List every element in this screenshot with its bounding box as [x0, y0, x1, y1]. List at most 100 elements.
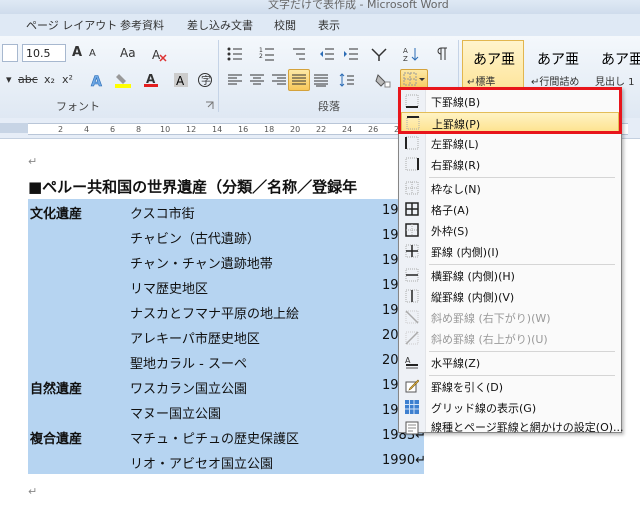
asian-layout-icon[interactable] — [368, 43, 390, 65]
bullets-icon[interactable] — [224, 43, 246, 65]
menu-item-label: 斜め罫線 (右上がり)(U) — [431, 333, 548, 346]
table-row: 複合遺産 マチュ・ピチュの歴史保護区 1983↵ — [28, 424, 426, 449]
year-cell: 1990↵ — [382, 453, 426, 468]
menu-item-label: 水平線(Z) — [431, 357, 481, 370]
menu-item-right-border[interactable]: 右罫線(R) — [401, 154, 619, 175]
svg-text:A: A — [146, 72, 156, 86]
style-sample: あア亜 — [537, 52, 579, 68]
show-formatting-marks-icon[interactable] — [432, 43, 454, 65]
align-center-icon[interactable] — [246, 69, 268, 91]
text-effects-icon[interactable]: A — [86, 69, 108, 91]
font-dialog-launcher-icon[interactable] — [202, 98, 216, 112]
tab-mailings[interactable]: 差し込み文書 — [187, 17, 253, 33]
strikethrough-button[interactable]: abc — [18, 70, 38, 90]
heritage-table[interactable]: 文化遺産 クスコ市街 198 チャビン（古代遺跡） 198 チャン・チャン遺跡地帯 19… — [28, 199, 426, 474]
style-sample: あア亜 — [601, 52, 640, 68]
name-cell: チャビン（古代遺跡） — [130, 232, 260, 247]
menu-item-diagonal-up[interactable]: 斜め罫線 (右上がり)(U) — [401, 328, 619, 349]
highlight-icon[interactable] — [112, 69, 134, 91]
svg-text:A: A — [176, 74, 185, 88]
shrink-font-button[interactable]: A — [89, 44, 96, 64]
font-color-icon[interactable]: A — [140, 69, 162, 91]
ruler-tick: 12 — [186, 125, 197, 134]
style-sample: あア亜 — [473, 52, 515, 68]
table-row: マヌー国立公園 198 — [28, 399, 424, 424]
ruler-tick: 22 — [316, 125, 327, 134]
font-size-combo[interactable]: 10.5 — [22, 44, 66, 62]
numbering-icon[interactable]: 12 — [256, 43, 278, 65]
subscript-button[interactable]: x₂ — [44, 70, 55, 90]
tab-review[interactable]: 校閲 — [274, 17, 296, 33]
ribbon-tabs: ページ レイアウト 参考資料 差し込み文書 校閲 表示 — [0, 14, 640, 36]
menu-item-inside-vertical[interactable]: 縦罫線 (内側)(V) — [401, 286, 619, 307]
menu-item-horizontal-line[interactable]: A 水平線(Z) — [401, 352, 619, 373]
tab-view[interactable]: 表示 — [318, 17, 340, 33]
svg-text:A: A — [152, 48, 161, 62]
table-row: チャビン（古代遺跡） 198 — [28, 224, 424, 249]
group-separator — [218, 40, 219, 112]
menu-item-inside-borders[interactable]: 罫線 (内側)(I) — [401, 241, 619, 262]
inside-horizontal-border-icon — [405, 268, 419, 282]
menu-item-label: 枠なし(N) — [431, 183, 481, 196]
ruler-tick: 20 — [290, 125, 301, 134]
ruler-tick: 14 — [212, 125, 223, 134]
clear-formatting-icon[interactable]: A — [148, 43, 170, 65]
ruler-tick: 26 — [368, 125, 379, 134]
svg-text:A: A — [405, 356, 411, 365]
justify-icon[interactable] — [288, 69, 310, 91]
menu-item-no-border[interactable]: 枠なし(N) — [401, 178, 619, 199]
menu-item-inside-horizontal[interactable]: 横罫線 (内側)(H) — [401, 265, 619, 286]
distributed-icon[interactable] — [310, 69, 332, 91]
style-name: ↵標準 — [467, 77, 496, 88]
no-border-icon — [405, 181, 419, 195]
character-shading-icon[interactable]: A — [170, 69, 192, 91]
svg-text:Z: Z — [403, 55, 408, 62]
sort-icon[interactable]: AZ — [400, 43, 422, 65]
font-name-combo[interactable] — [2, 44, 18, 62]
style-heading-1[interactable]: あア亜 見出し 1 — [590, 40, 640, 90]
ruler-tick: 4 — [84, 125, 90, 134]
shading-icon[interactable] — [372, 69, 394, 91]
diagonal-up-border-icon — [405, 331, 419, 345]
decrease-indent-icon[interactable] — [316, 43, 338, 65]
align-left-icon[interactable] — [224, 69, 246, 91]
multilevel-list-icon[interactable] — [288, 43, 310, 65]
enclose-characters-icon[interactable]: 字 — [194, 69, 216, 91]
table-row: リオ・アビセオ国立公園 1990↵ — [28, 449, 426, 474]
menu-item-label: 罫線を引く(D) — [431, 381, 504, 394]
outside-borders-icon — [405, 223, 419, 237]
change-case-button[interactable]: Aa — [120, 43, 136, 63]
menu-item-label: 斜め罫線 (右下がり)(W) — [431, 312, 551, 325]
menu-item-view-gridlines[interactable]: グリッド線の表示(G) — [401, 397, 619, 418]
menu-item-outside-borders[interactable]: 外枠(S) — [401, 220, 619, 241]
table-row: ナスカとフマナ平原の地上絵 199 — [28, 299, 424, 324]
menu-item-label: 線種とページ罫線と網かけの設定(O)... — [431, 421, 624, 434]
name-cell: アレキーパ市歴史地区 — [130, 332, 260, 347]
increase-indent-icon[interactable] — [340, 43, 362, 65]
ruler-tick: 6 — [110, 125, 116, 134]
border-right-icon — [405, 157, 419, 171]
tab-references[interactable]: 参考資料 — [120, 17, 164, 33]
style-no-spacing[interactable]: あア亜 ↵行間詰め — [526, 40, 588, 90]
style-normal[interactable]: あア亜 ↵標準 — [462, 40, 524, 90]
bullet-dropdown[interactable]: ▾ — [6, 70, 12, 90]
line-spacing-icon[interactable] — [336, 69, 358, 91]
menu-item-draw-table[interactable]: 罫線を引く(D) — [401, 376, 619, 397]
highlight-annotation-box — [398, 87, 622, 134]
menu-item-label: 左罫線(L) — [431, 138, 479, 151]
name-cell: ワスカラン国立公園 — [130, 382, 248, 397]
menu-item-all-borders[interactable]: 格子(A) — [401, 199, 619, 220]
style-name: 見出し 1 — [595, 77, 635, 88]
menu-item-diagonal-down[interactable]: 斜め罫線 (右下がり)(W) — [401, 307, 619, 328]
menu-item-borders-and-shading[interactable]: 線種とページ罫線と網かけの設定(O)... — [401, 418, 624, 435]
horizontal-line-icon: A — [405, 356, 418, 369]
superscript-button[interactable]: x² — [62, 70, 73, 90]
menu-item-left-border[interactable]: 左罫線(L) — [401, 133, 619, 154]
name-cell: 聖地カラル - スーペ — [130, 357, 247, 372]
table-row: 文化遺産 クスコ市街 198 — [28, 199, 424, 224]
name-cell: クスコ市街 — [130, 207, 195, 222]
tab-page-layout[interactable]: ページ レイアウト — [26, 17, 117, 33]
align-right-icon[interactable] — [268, 69, 290, 91]
name-cell: マチュ・ピチュの歴史保護区 — [130, 432, 300, 447]
grow-font-button[interactable]: A — [72, 43, 82, 63]
